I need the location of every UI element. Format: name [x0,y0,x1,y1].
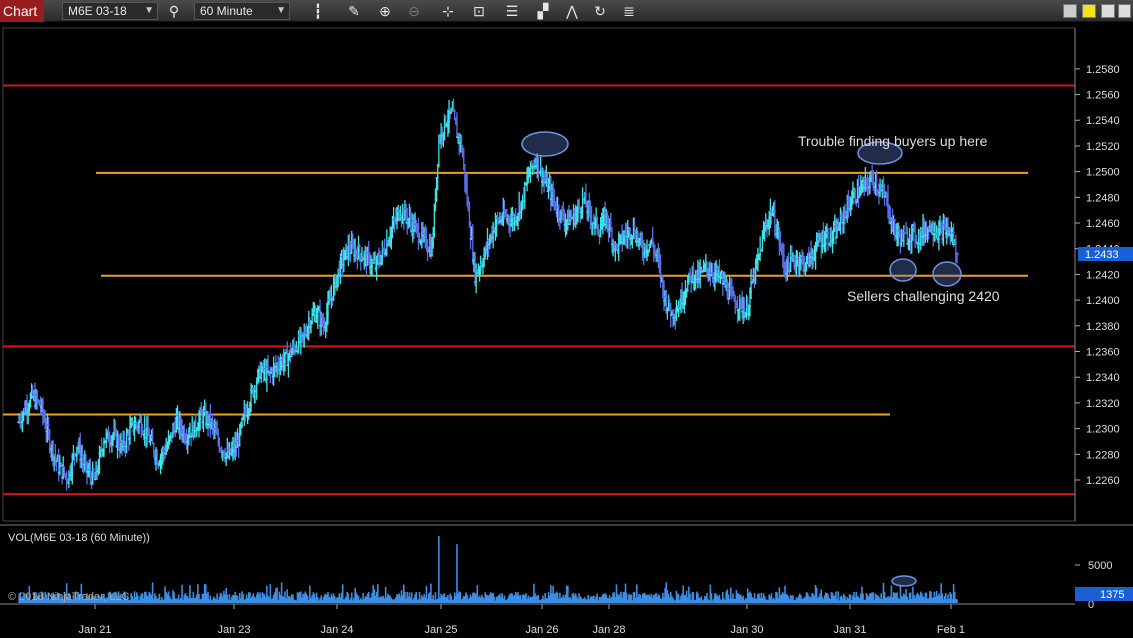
price-tick-label: 1.2500 [1086,167,1120,179]
reload-icon[interactable]: ↻ [591,2,609,20]
interval-label: 60 Minute [200,4,253,18]
annotation-ellipse [889,258,917,282]
price-tick-label: 1.2400 [1086,295,1120,307]
time-tick-label: Jan 24 [320,624,353,636]
minimize-window-button[interactable] [1063,4,1077,18]
volume-value-label: 1375 [1100,589,1124,601]
drawing-tools-icon[interactable]: ⋀ [563,2,581,20]
time-tick-label: Jan 26 [525,624,558,636]
price-tick-label: 1.2480 [1086,192,1120,204]
chart-toolbar: Chart M6E 03-18 ▼ ⚲ 60 Minute ▼ ┇ ✎ ⊕ ⊖ … [0,0,1133,22]
annotation-ellipse [932,261,962,287]
zoom-out-icon[interactable]: ⊖ [405,2,423,20]
price-tick-label: 1.2360 [1086,347,1120,359]
current-price-marker: 1.2433 [1078,247,1133,261]
chart-background [0,22,1133,638]
close-window-button[interactable] [1118,4,1131,18]
properties-icon[interactable]: ≣ [620,2,638,20]
time-tick-label: Jan 30 [730,624,763,636]
price-tick-label: 1.2560 [1086,90,1120,102]
search-icon[interactable]: ⚲ [165,2,183,20]
volume-tick-5000: 5000 [1088,560,1112,572]
price-tick-label: 1.2300 [1086,424,1120,436]
data-box-icon[interactable]: ⊡ [470,2,488,20]
crosshair-icon[interactable]: ⊹ [439,2,457,20]
instrument-label: M6E 03-18 [68,4,127,18]
bar-type-icon[interactable]: ┇ [309,2,327,20]
price-tick-label: 1.2340 [1086,372,1120,384]
interval-selector[interactable]: 60 Minute ▼ [194,2,290,20]
bottom-annotation-text: Sellers challenging 2420 [847,288,1000,304]
link-window-button[interactable] [1082,4,1096,18]
top-annotation-text: Trouble finding buyers up here [798,133,988,149]
time-tick-label: Jan 28 [592,624,625,636]
current-price-label: 1.2433 [1085,249,1119,261]
pencil-icon[interactable]: ✎ [345,2,363,20]
indicators-icon[interactable]: ☰ [503,2,521,20]
chart-area[interactable]: 1.2580 1.2560 1.2540 1.2520 1.2500 1.2480 1.24… [0,22,1133,638]
time-tick-label: Feb 1 [937,624,965,636]
zoom-in-icon[interactable]: ⊕ [376,2,394,20]
price-tick-label: 1.2520 [1086,141,1120,153]
time-tick-label: Jan 23 [217,624,250,636]
price-tick-label: 1.2580 [1086,64,1120,76]
price-tick-label: 1.2420 [1086,269,1120,281]
price-tick-label: 1.2380 [1086,321,1120,333]
strategies-icon[interactable]: ▞ [534,2,552,20]
volume-indicator-label: VOL(M6E 03-18 (60 Minute)) [8,532,150,544]
chart-tab[interactable]: Chart [0,0,44,22]
price-tick-label: 1.2320 [1086,398,1120,410]
volume-annotation-ellipse [891,575,917,587]
maximize-window-button[interactable] [1101,4,1115,18]
instrument-selector[interactable]: M6E 03-18 ▼ [62,2,158,20]
chevron-down-icon: ▼ [144,5,154,16]
price-tick-label: 1.2540 [1086,115,1120,127]
price-tick-label: 1.2280 [1086,449,1120,461]
price-tick-label: 1.2260 [1086,475,1120,487]
time-tick-label: Jan 25 [424,624,457,636]
chevron-down-icon: ▼ [276,5,286,16]
annotation-ellipse [521,131,569,157]
copyright-text: © 2018 NinjaTrader, LLC [8,591,129,603]
price-tick-label: 1.2460 [1086,218,1120,230]
time-tick-label: Jan 31 [833,624,866,636]
time-tick-label: Jan 21 [78,624,111,636]
